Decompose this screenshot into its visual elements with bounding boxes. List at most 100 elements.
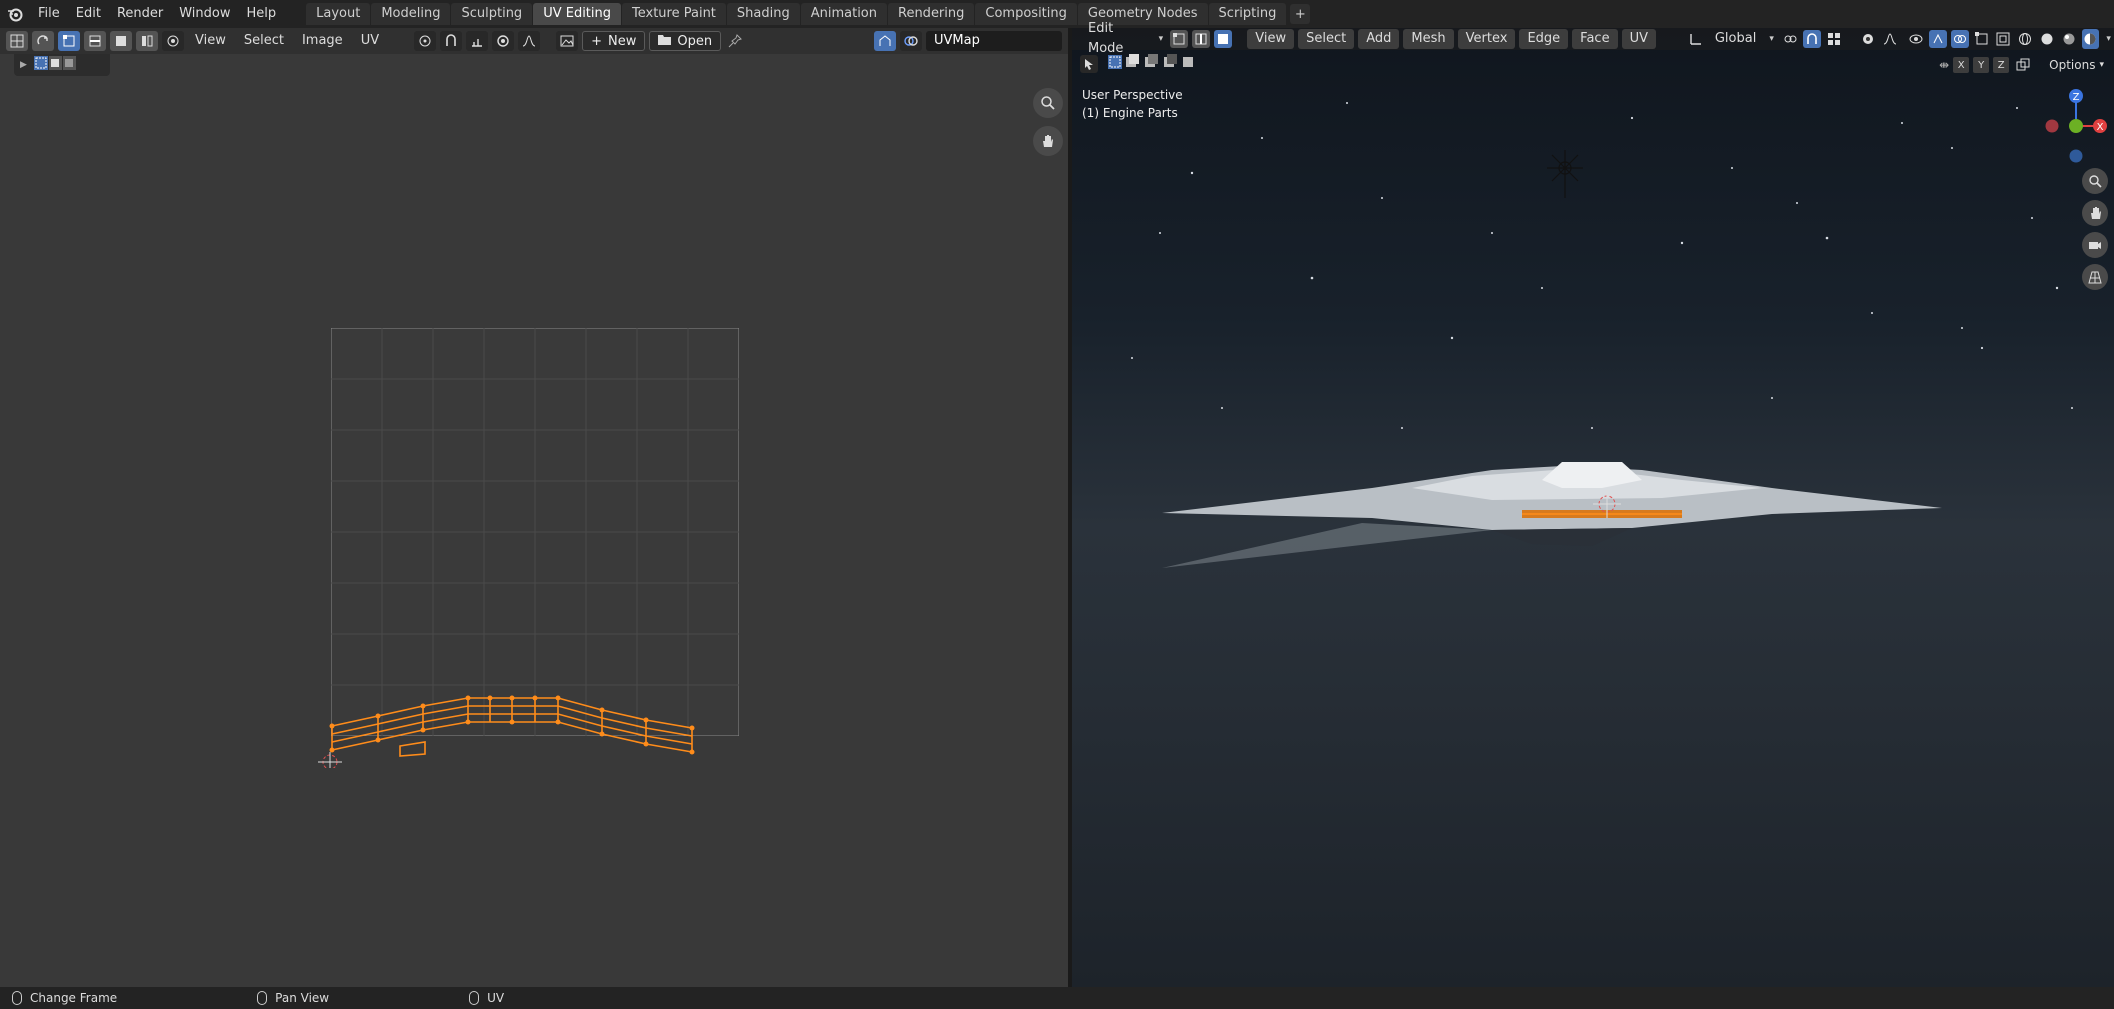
snap-icon[interactable] [440, 31, 463, 51]
select-mode-icon[interactable] [33, 55, 77, 75]
tab-compositing[interactable]: Compositing [975, 3, 1077, 25]
uv-editor-header: View Select Image UV + New Open UVMap [0, 28, 1068, 54]
uv-navigation-gizmo [1033, 88, 1063, 156]
material-shading-icon[interactable] [2060, 29, 2078, 49]
grid-view-icon[interactable] [2082, 264, 2108, 290]
uvmap-field[interactable]: UVMap [926, 31, 1062, 51]
falloff-curve-icon[interactable] [518, 31, 541, 51]
editor-type-icon[interactable] [6, 31, 28, 51]
viewport-menu-add[interactable]: Add [1358, 29, 1400, 49]
chevron-down-icon: ▾ [2099, 60, 2104, 70]
face-select-icon[interactable] [110, 31, 132, 51]
wireframe-shading-icon[interactable] [2016, 29, 2034, 49]
perspective-label: User Perspective [1082, 88, 1183, 102]
visibility-icon[interactable] [1907, 29, 1925, 49]
tab-animation[interactable]: Animation [800, 3, 887, 25]
uv-menu-image[interactable]: Image [295, 28, 350, 54]
solid-shading-icon[interactable] [2038, 29, 2056, 49]
menu-file[interactable]: File [30, 0, 68, 28]
rendered-shading-icon[interactable] [2081, 29, 2100, 49]
viewport-menu-uv[interactable]: UV [1621, 29, 1656, 49]
proportional-edit-icon[interactable] [1859, 29, 1877, 49]
zoom-icon[interactable] [1033, 88, 1063, 118]
tab-modeling[interactable]: Modeling [371, 3, 451, 25]
new-image-button[interactable]: + New [582, 31, 646, 51]
viewport-menu-vertex[interactable]: Vertex [1457, 29, 1516, 49]
status-change-frame: Change Frame [12, 991, 117, 1005]
uv-sync-overlay-icon[interactable] [874, 31, 896, 51]
chevron-down-icon[interactable]: ▾ [2103, 29, 2114, 49]
tab-shading[interactable]: Shading [726, 3, 800, 25]
uv-menu-select[interactable]: Select [237, 28, 291, 54]
uv-editor-area[interactable]: View Select Image UV + New Open UVMap ▶ [0, 28, 1068, 987]
tab-rendering[interactable]: Rendering [888, 3, 975, 25]
sync-selection-icon[interactable] [32, 31, 54, 51]
proportional-edit-icon[interactable] [492, 31, 515, 51]
sticky-selection-icon[interactable] [162, 31, 184, 51]
viewport-menu-view[interactable]: View [1247, 29, 1295, 49]
tab-layout[interactable]: Layout [306, 3, 371, 25]
pan-hand-icon[interactable] [2082, 200, 2108, 226]
edge-select-mode-icon[interactable] [1192, 30, 1211, 48]
zoom-icon[interactable] [2082, 168, 2108, 194]
uv-menu-uv[interactable]: UV [354, 28, 386, 54]
svg-text:X: X [2097, 122, 2104, 133]
viewport-menu-mesh[interactable]: Mesh [1403, 29, 1454, 49]
chevron-down-icon: ▾ [1769, 34, 1774, 44]
menu-help[interactable]: Help [239, 0, 285, 28]
menu-edit[interactable]: Edit [68, 0, 109, 28]
face-select-mode-icon[interactable] [1214, 30, 1233, 48]
tab-sculpting[interactable]: Sculpting [451, 3, 533, 25]
viewport-menu-select[interactable]: Select [1298, 29, 1355, 49]
axis-x-toggle[interactable]: X [1953, 57, 1970, 73]
mode-dropdown[interactable]: Edit Mode [1082, 19, 1152, 59]
gizmo-toggle-icon[interactable] [1928, 30, 1947, 48]
pan-hand-icon[interactable] [1033, 126, 1063, 156]
uv-menu-view[interactable]: View [188, 28, 233, 54]
xray-toggle-icon[interactable] [1994, 29, 2012, 49]
status-uv: UV [469, 991, 504, 1005]
tab-uv-editing[interactable]: UV Editing [533, 3, 622, 25]
auto-merge-icon[interactable] [2013, 55, 2033, 75]
snap-toggle-icon[interactable] [1802, 30, 1821, 48]
falloff-curve-icon[interactable] [1881, 29, 1899, 49]
transform-orientation-icon[interactable] [1687, 29, 1705, 49]
axis-z-toggle[interactable]: Z [1993, 57, 2010, 73]
island-select-icon[interactable] [136, 31, 158, 51]
tab-texture-paint[interactable]: Texture Paint [622, 3, 726, 25]
vertex-select-icon[interactable] [58, 31, 80, 51]
viewport-menu-face[interactable]: Face [1572, 29, 1618, 49]
overlay-icon[interactable] [900, 31, 922, 51]
options-dropdown[interactable]: Options [2049, 58, 2095, 72]
snap-grid-icon[interactable] [1825, 29, 1843, 49]
pin-icon[interactable] [725, 31, 745, 51]
pivot-point-icon[interactable] [414, 31, 437, 51]
axis-gizmo[interactable]: Z X [2028, 86, 2108, 166]
open-image-button[interactable]: Open [649, 31, 722, 51]
orientation-dropdown[interactable]: Global [1709, 29, 1762, 49]
mesh-edit-overlay-icon[interactable] [1973, 29, 1991, 49]
mirror-icon[interactable]: ⇼ [1939, 58, 1949, 72]
select-mode-icon[interactable] [1106, 54, 1196, 74]
menu-render[interactable]: Render [109, 0, 171, 28]
uv-islands[interactable] [300, 658, 760, 768]
new-image-label: New [608, 33, 637, 49]
viewport-menu-edge[interactable]: Edge [1519, 29, 1569, 49]
overlay-toggle-icon[interactable] [1950, 30, 1969, 48]
edge-select-icon[interactable] [84, 31, 106, 51]
blender-logo-icon[interactable] [0, 0, 30, 28]
status-pan-view: Pan View [257, 991, 329, 1005]
image-browse-icon[interactable] [556, 31, 579, 51]
expand-arrow-icon[interactable]: ▶ [20, 60, 27, 70]
tab-scripting[interactable]: Scripting [1208, 3, 1287, 25]
axis-y-toggle[interactable]: Y [1973, 57, 1990, 73]
add-workspace-button[interactable]: + [1290, 4, 1311, 24]
svg-text:Z: Z [2073, 92, 2080, 103]
snap-target-icon[interactable] [466, 31, 489, 51]
vertex-select-mode-icon[interactable] [1170, 30, 1189, 48]
menu-window[interactable]: Window [171, 0, 238, 28]
pivot-point-icon[interactable] [1781, 29, 1799, 49]
camera-icon[interactable] [2082, 232, 2108, 258]
3d-viewport[interactable]: Edit Mode ▾ View Select Add Mesh Vertex … [1072, 21, 2114, 987]
tool-arrow-icon[interactable] [1080, 55, 1098, 73]
